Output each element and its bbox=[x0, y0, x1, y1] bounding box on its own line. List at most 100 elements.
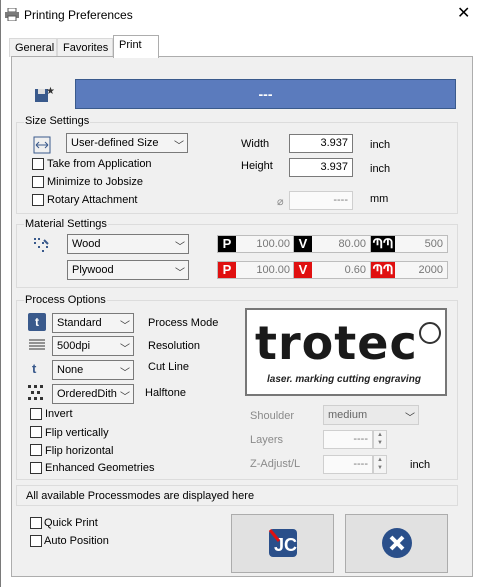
job-control-button[interactable]: JC bbox=[231, 514, 334, 573]
trotec-tagline: laser. marking cutting engraving bbox=[267, 374, 421, 385]
frequency-value-2[interactable]: ՊՊ 2000 bbox=[370, 261, 448, 279]
cut-line-select[interactable]: None ﹀ bbox=[52, 360, 134, 380]
take-from-application-label: Take from Application bbox=[47, 158, 152, 170]
layers-label: Layers bbox=[250, 434, 284, 446]
enhanced-geometries-label: Enhanced Geometries bbox=[45, 462, 155, 474]
halftone-select[interactable]: OrderedDith ﹀ bbox=[52, 384, 134, 404]
size-select-value: User-defined Size bbox=[71, 137, 159, 149]
chevron-down-icon: ﹀ bbox=[120, 344, 130, 355]
print-tab-panel: ★ --- Size Settings User-defined Size ﹀ W… bbox=[11, 56, 473, 577]
flip-vertically-label: Flip vertically bbox=[45, 427, 109, 439]
window-title: Printing Preferences bbox=[24, 8, 133, 22]
material-select-value: Wood bbox=[72, 238, 101, 250]
material-settings-label: Material Settings bbox=[24, 218, 108, 230]
close-button[interactable]: ✕ bbox=[457, 5, 470, 23]
z-adjust-field: ---- bbox=[323, 455, 373, 474]
frequency-icon: ՊՊ bbox=[371, 236, 395, 252]
tab-print[interactable]: Print bbox=[113, 35, 159, 58]
chevron-down-icon: ﹀ bbox=[175, 242, 185, 253]
diameter-icon: ⌀ bbox=[277, 196, 284, 208]
process-mode-value: Standard bbox=[57, 317, 102, 329]
width-unit: inch bbox=[370, 139, 391, 151]
frequency-value-text-1: 500 bbox=[424, 238, 443, 250]
halftone-icon bbox=[28, 385, 44, 401]
resolution-icon bbox=[28, 338, 46, 352]
save-favorite-icon[interactable]: ★ bbox=[32, 84, 55, 106]
minimize-to-jobsize-label: Minimize to Jobsize bbox=[47, 176, 143, 188]
trotec-swirl-icon bbox=[419, 322, 441, 344]
minimize-to-jobsize-checkbox[interactable] bbox=[32, 176, 44, 188]
chevron-down-icon: ﹀ bbox=[405, 413, 415, 424]
process-mode-icon: t bbox=[28, 313, 46, 331]
chevron-down-icon: ﹀ bbox=[120, 368, 130, 379]
printer-icon bbox=[5, 7, 19, 22]
velocity-icon: V bbox=[294, 262, 312, 278]
invert-label: Invert bbox=[45, 408, 73, 420]
trotec-brand: trotec bbox=[255, 316, 418, 370]
chevron-down-icon: ﹀ bbox=[175, 268, 185, 279]
material-select[interactable]: Wood ﹀ bbox=[67, 234, 189, 254]
flip-vertically-checkbox[interactable] bbox=[30, 426, 42, 438]
chevron-down-icon: ﹀ bbox=[174, 141, 184, 152]
power-value-2[interactable]: P 100.00 bbox=[217, 261, 295, 279]
tab-general[interactable]: General bbox=[9, 38, 57, 57]
power-value-1[interactable]: P 100.00 bbox=[217, 235, 295, 253]
rotary-attachment-label: Rotary Attachment bbox=[47, 194, 138, 206]
frequency-value-1[interactable]: ՊՊ 500 bbox=[370, 235, 448, 253]
width-field[interactable]: 3.937 bbox=[289, 134, 353, 153]
material-type-select[interactable]: Plywood ﹀ bbox=[67, 260, 189, 280]
shoulder-value: medium bbox=[328, 409, 368, 421]
z-adjust-spinner: ▲ ▼ bbox=[373, 455, 387, 474]
size-select[interactable]: User-defined Size ﹀ bbox=[66, 133, 188, 153]
title-bar: Printing Preferences ✕ bbox=[1, 0, 481, 30]
power-value-text-1: 100.00 bbox=[256, 238, 290, 250]
height-field[interactable]: 3.937 bbox=[289, 158, 353, 177]
halftone-label: Halftone bbox=[145, 387, 186, 399]
cancel-icon bbox=[381, 527, 413, 559]
velocity-value-text-1: 80.00 bbox=[338, 238, 366, 250]
process-mode-select[interactable]: Standard ﹀ bbox=[52, 313, 134, 333]
velocity-icon: V bbox=[294, 236, 312, 252]
velocity-value-1[interactable]: V 80.00 bbox=[293, 235, 371, 253]
printing-preferences-window: Printing Preferences ✕ General Favorites… bbox=[0, 0, 481, 587]
quick-print-label: Quick Print bbox=[44, 517, 98, 529]
z-adjust-unit: inch bbox=[410, 459, 431, 471]
resolution-select[interactable]: 500dpi ﹀ bbox=[52, 336, 134, 356]
auto-position-checkbox[interactable] bbox=[30, 535, 42, 547]
trotec-logo: trotec laser. marking cutting engraving bbox=[245, 308, 447, 396]
power-icon: P bbox=[218, 236, 236, 252]
material-type-value: Plywood bbox=[72, 264, 114, 276]
halftone-value: OrderedDith bbox=[57, 388, 117, 400]
cut-line-value: None bbox=[57, 364, 84, 376]
cut-line-icon: t bbox=[32, 361, 37, 376]
height-label: Height bbox=[241, 160, 273, 172]
material-icon bbox=[32, 236, 52, 256]
velocity-value-2[interactable]: V 0.60 bbox=[293, 261, 371, 279]
invert-checkbox[interactable] bbox=[30, 408, 42, 420]
flip-horizontal-label: Flip horizontal bbox=[45, 445, 114, 457]
resolution-label: Resolution bbox=[148, 340, 200, 352]
quick-print-checkbox[interactable] bbox=[30, 517, 42, 529]
rotary-attachment-checkbox[interactable] bbox=[32, 194, 44, 206]
chevron-down-icon: ﹀ bbox=[120, 392, 130, 403]
diameter-unit: mm bbox=[370, 193, 389, 205]
shoulder-select: medium ﹀ bbox=[323, 405, 419, 425]
cut-line-label: Cut Line bbox=[148, 361, 189, 373]
frequency-value-text-2: 2000 bbox=[418, 264, 443, 276]
chevron-down-icon: ﹀ bbox=[120, 321, 130, 332]
process-options-label: Process Options bbox=[24, 294, 107, 306]
height-unit: inch bbox=[370, 163, 391, 175]
jobcontrol-icon: JC bbox=[267, 527, 299, 559]
take-from-application-checkbox[interactable] bbox=[32, 158, 44, 170]
resolution-value: 500dpi bbox=[57, 340, 91, 352]
diameter-field: ---- bbox=[289, 191, 353, 210]
velocity-value-text-2: 0.60 bbox=[344, 264, 366, 276]
enhanced-geometries-checkbox[interactable] bbox=[30, 462, 42, 474]
flip-horizontal-checkbox[interactable] bbox=[30, 444, 42, 456]
shoulder-label: Shoulder bbox=[250, 410, 295, 422]
favorite-banner[interactable]: --- bbox=[75, 79, 456, 109]
size-icon bbox=[32, 135, 52, 155]
tab-favorites[interactable]: Favorites bbox=[57, 38, 113, 57]
cancel-button[interactable] bbox=[345, 514, 448, 573]
process-mode-label: Process Mode bbox=[148, 317, 219, 329]
